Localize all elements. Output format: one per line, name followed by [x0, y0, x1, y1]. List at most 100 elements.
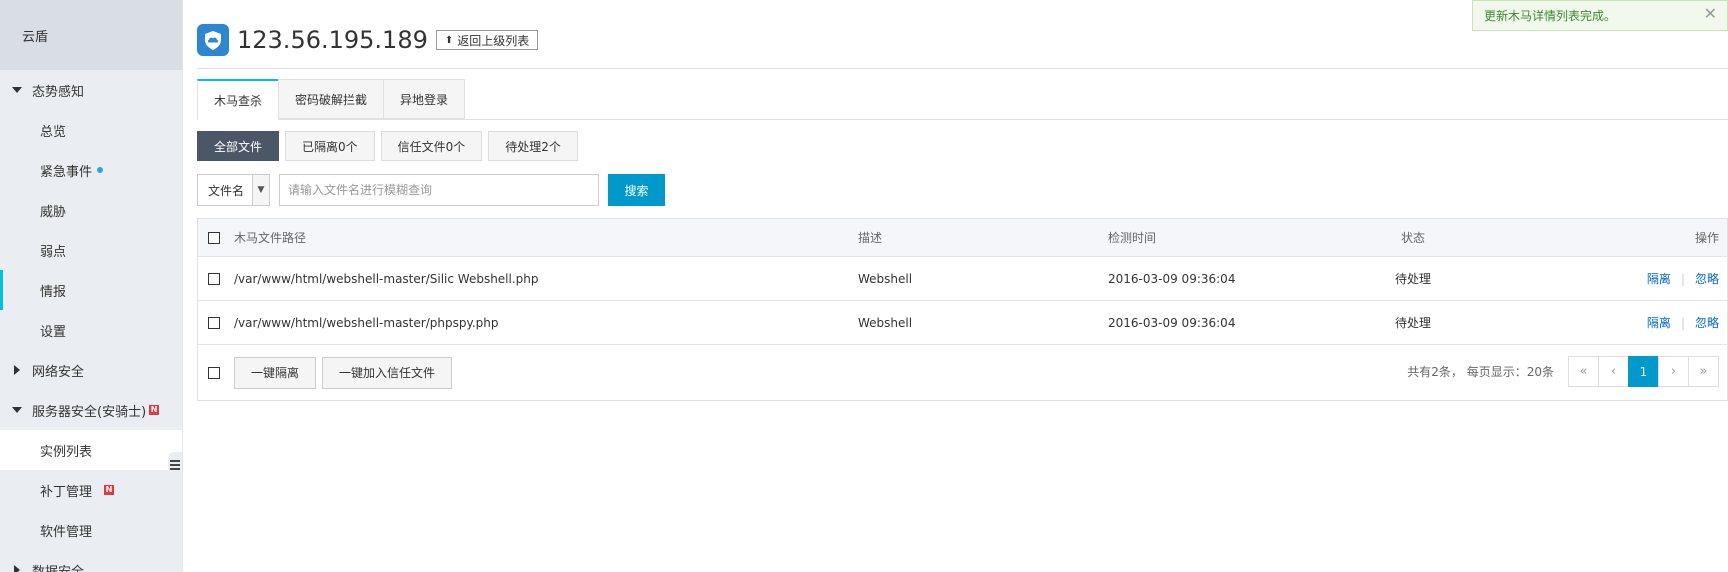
- file-filter-group: 全部文件 已隔离0个 信任文件0个 待处理2个: [197, 131, 584, 161]
- sidebar-item-label: 威胁: [40, 204, 67, 220]
- status-text: 待处理: [1395, 316, 1432, 330]
- first-page-button[interactable]: «: [1568, 356, 1599, 387]
- table-row: /var/www/html/webshell-master/phpspy.php…: [198, 301, 1727, 345]
- file-desc: Webshell: [858, 315, 913, 330]
- chevron-right-icon: [14, 365, 20, 375]
- back-to-list-label: 返回上级列表: [457, 33, 530, 48]
- filter-pending[interactable]: 待处理2个: [488, 131, 578, 161]
- detect-time: 2016-03-09 09:36:04: [1108, 271, 1236, 286]
- detect-time: 2016-03-09 09:36:04: [1108, 315, 1236, 330]
- select-all-checkbox[interactable]: [208, 231, 220, 244]
- sidebar-item-threat[interactable]: 威胁: [0, 190, 182, 230]
- sidebar-collapse-handle[interactable]: [168, 452, 182, 478]
- sidebar-item-label: 设置: [40, 324, 67, 340]
- ignore-link[interactable]: 忽略: [1695, 272, 1719, 286]
- page-header: 123.56.195.189 ⬆ 返回上级列表: [197, 20, 539, 60]
- column-header-time: 检测时间: [1108, 231, 1157, 245]
- column-header-actions: 操作: [1694, 231, 1719, 245]
- sidebar-item-instances[interactable]: 实例列表: [0, 430, 182, 470]
- sidebar-group-label: 态势感知: [32, 84, 85, 100]
- sidebar: 云盾 态势感知 总览 紧急事件 威胁 弱点 情报 设置 网络安全 服务器安全(安…: [0, 0, 183, 572]
- sidebar-item-software[interactable]: 软件管理: [0, 510, 182, 550]
- sidebar-item-label: 紧急事件: [40, 164, 93, 180]
- chevron-right-icon: [14, 565, 20, 572]
- chevron-down-icon: ▼: [252, 175, 269, 205]
- file-path: /var/www/html/webshell-master/phpspy.php: [234, 315, 499, 330]
- filter-trusted[interactable]: 信任文件0个: [380, 131, 483, 161]
- arrow-up-icon: ⬆: [444, 34, 454, 46]
- tab-bar: 木马查杀 密码破解拦截 异地登录: [197, 79, 1728, 120]
- file-path: /var/www/html/webshell-master/Silic Webs…: [234, 271, 539, 286]
- sidebar-item-label: 弱点: [40, 244, 67, 260]
- chevron-down-icon: [12, 407, 22, 413]
- sidebar-item-overview[interactable]: 总览: [0, 110, 182, 150]
- sidebar-item-settings[interactable]: 设置: [0, 310, 182, 350]
- search-bar: 文件名 ▼ 搜索: [197, 174, 665, 206]
- filter-isolated[interactable]: 已隔离0个: [285, 131, 375, 161]
- shield-cloud-icon: [197, 24, 229, 56]
- page-number-button[interactable]: 1: [1628, 356, 1659, 387]
- menu-icon: [170, 464, 180, 466]
- row-actions: 隔离 | 忽略: [1625, 270, 1727, 287]
- bulk-isolate-button[interactable]: 一键隔离: [234, 356, 317, 389]
- sidebar-item-weakness[interactable]: 弱点: [0, 230, 182, 270]
- sidebar-group-situation[interactable]: 态势感知: [0, 70, 182, 110]
- sidebar-item-emergency[interactable]: 紧急事件: [0, 150, 182, 190]
- isolate-link[interactable]: 隔离: [1647, 316, 1671, 330]
- last-page-button[interactable]: »: [1688, 356, 1719, 387]
- divider: |: [1680, 316, 1685, 330]
- sidebar-item-label: 总览: [40, 124, 67, 140]
- search-field-select[interactable]: 文件名 ▼: [197, 174, 270, 206]
- close-icon[interactable]: ✕: [1704, 4, 1717, 23]
- sidebar-group-network[interactable]: 网络安全: [0, 350, 182, 390]
- notification-dot: [97, 167, 104, 173]
- tab-trojan-scan[interactable]: 木马查杀: [197, 79, 280, 120]
- sidebar-item-patches[interactable]: 补丁管理 N: [0, 470, 182, 510]
- row-checkbox[interactable]: [208, 316, 220, 329]
- file-desc: Webshell: [858, 271, 913, 286]
- sidebar-group-label: 网络安全: [32, 364, 85, 380]
- sidebar-item-label: 情报: [40, 284, 67, 300]
- search-field-value: 文件名: [208, 183, 245, 198]
- new-badge: N: [104, 485, 115, 495]
- prev-page-button[interactable]: ‹: [1598, 356, 1629, 387]
- bulk-trust-button[interactable]: 一键加入信任文件: [322, 356, 453, 389]
- tab-remote-login[interactable]: 异地登录: [383, 79, 466, 119]
- next-page-button[interactable]: ›: [1658, 356, 1689, 387]
- sidebar-group-data[interactable]: 数据安全: [0, 550, 182, 572]
- ignore-link[interactable]: 忽略: [1695, 316, 1719, 330]
- trojan-file-table: 木马文件路径 描述 检测时间 状态 操作 /var/www/html/websh…: [197, 218, 1728, 401]
- sidebar-item-label: 实例列表: [40, 444, 93, 460]
- column-header-path: 木马文件路径: [234, 231, 307, 245]
- sidebar-group-server[interactable]: 服务器安全(安骑士) N: [0, 390, 182, 430]
- divider: [197, 68, 1728, 69]
- table-header: 木马文件路径 描述 检测时间 状态 操作: [198, 219, 1727, 257]
- sidebar-group-label: 数据安全: [32, 564, 85, 572]
- sidebar-item-intel[interactable]: 情报: [0, 270, 182, 310]
- status-text: 待处理: [1395, 272, 1432, 286]
- back-to-list-button[interactable]: ⬆ 返回上级列表: [435, 30, 539, 50]
- search-input[interactable]: [279, 174, 599, 206]
- success-toast: 更新木马详情列表完成。 ✕: [1472, 0, 1728, 31]
- pagination-info: 共有2条， 每页显示：20条: [1407, 365, 1554, 379]
- sidebar-title: 云盾: [0, 0, 182, 70]
- pagination: 共有2条， 每页显示：20条 « ‹ 1 › »: [1407, 356, 1719, 387]
- table-row: /var/www/html/webshell-master/Silic Webs…: [198, 257, 1727, 301]
- sidebar-item-label: 软件管理: [40, 524, 93, 540]
- search-button[interactable]: 搜索: [608, 174, 665, 206]
- row-actions: 隔离 | 忽略: [1625, 314, 1727, 331]
- filter-all-files[interactable]: 全部文件: [197, 131, 280, 161]
- page-title: 123.56.195.189: [237, 26, 428, 54]
- tab-password-crack-block[interactable]: 密码破解拦截: [278, 79, 385, 119]
- column-header-desc: 描述: [858, 231, 883, 245]
- chevron-down-icon: [12, 87, 22, 93]
- divider: |: [1680, 272, 1685, 286]
- sidebar-item-label: 补丁管理: [40, 484, 93, 500]
- column-header-status: 状态: [1401, 231, 1426, 245]
- select-all-checkbox[interactable]: [208, 366, 220, 379]
- toast-message: 更新木马详情列表完成。: [1484, 9, 1617, 23]
- row-checkbox[interactable]: [208, 272, 220, 285]
- isolate-link[interactable]: 隔离: [1647, 272, 1671, 286]
- table-footer: 一键隔离 一键加入信任文件 共有2条， 每页显示：20条 « ‹ 1 › »: [198, 345, 1727, 400]
- new-badge: N: [149, 405, 160, 415]
